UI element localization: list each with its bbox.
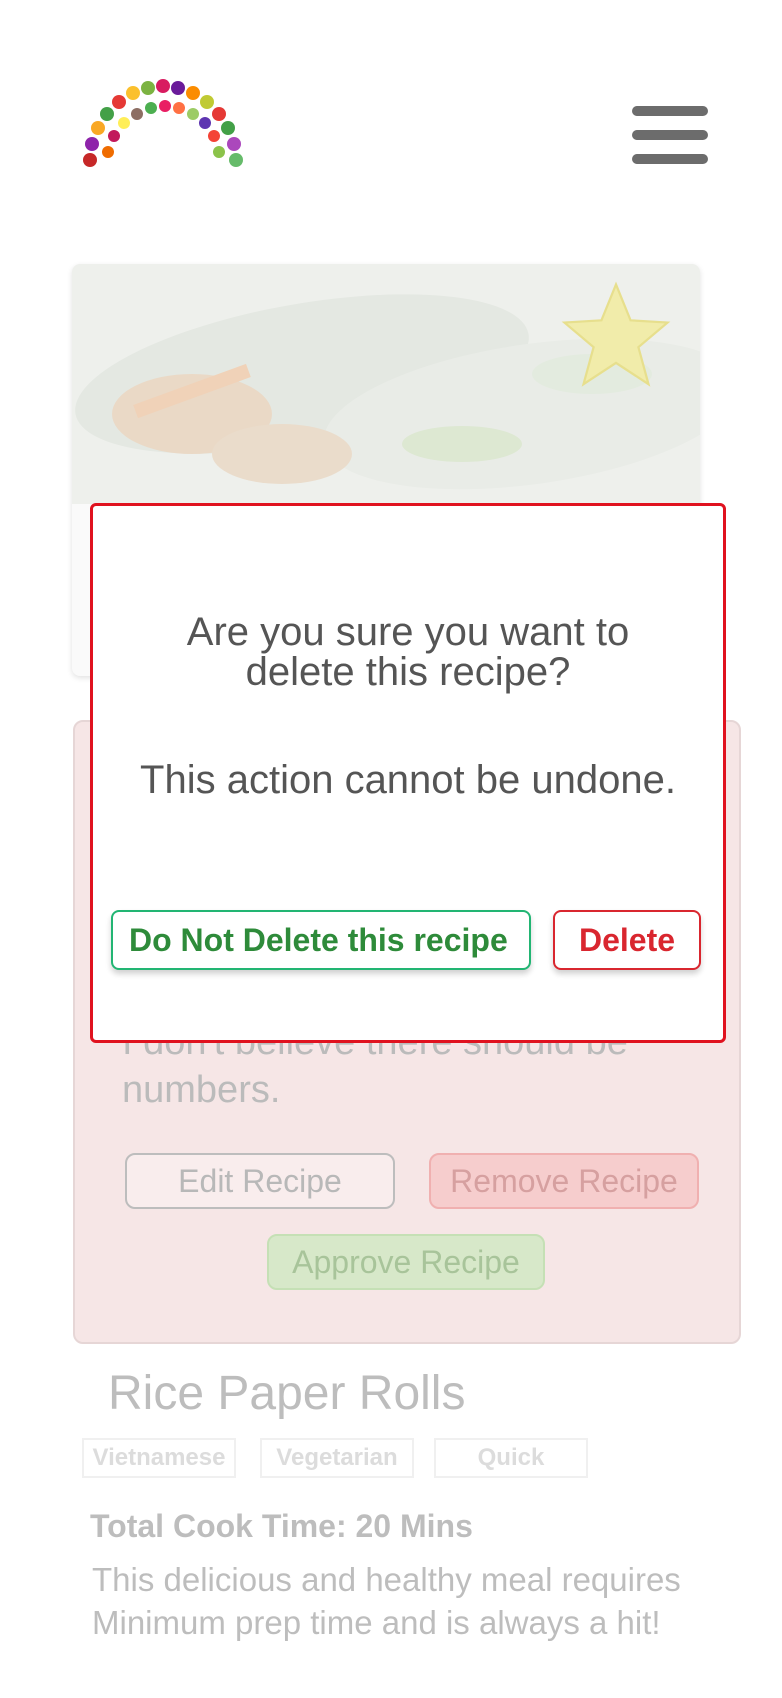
approve-recipe-button[interactable]: Approve Recipe	[267, 1234, 545, 1290]
tag-vietnamese[interactable]: Vietnamese	[82, 1438, 236, 1478]
delete-confirmation-modal: Are you sure you want to delete this rec…	[90, 503, 726, 1043]
tag-quick[interactable]: Quick	[434, 1438, 588, 1478]
delete-button[interactable]: Delete	[553, 910, 701, 970]
star-icon[interactable]	[560, 280, 672, 392]
remove-recipe-button[interactable]: Remove Recipe	[429, 1153, 699, 1209]
recipe-title: Rice Paper Rolls	[108, 1367, 466, 1420]
hamburger-menu-icon[interactable]	[632, 106, 708, 164]
edit-recipe-button[interactable]: Edit Recipe	[125, 1153, 395, 1209]
tag-vegetarian[interactable]: Vegetarian	[260, 1438, 414, 1478]
modal-question: Are you sure you want to delete this rec…	[186, 610, 630, 694]
total-cook-time: Total Cook Time: 20 Mins	[90, 1508, 473, 1544]
do-not-delete-button[interactable]: Do Not Delete this recipe	[111, 910, 531, 970]
recipe-description: This delicious and healthy meal requires…	[92, 1561, 681, 1641]
fruit-rainbow-logo-icon[interactable]	[80, 78, 246, 178]
modal-warning: This action cannot be undone.	[140, 758, 676, 802]
